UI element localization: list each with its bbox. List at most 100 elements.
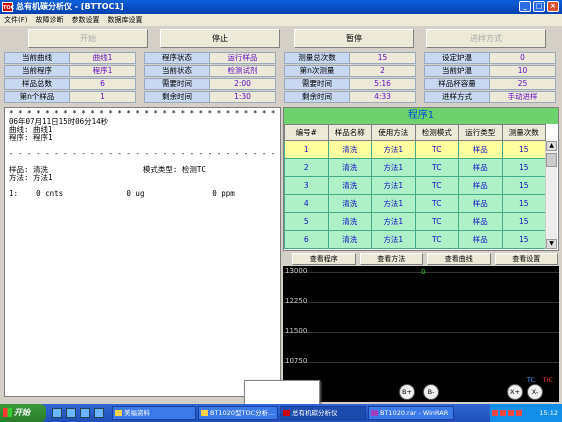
taskbar-item[interactable]: BT1020.rar - WinRAR [368,406,454,420]
table-cell[interactable]: 清洗 [327,176,372,195]
table-row[interactable]: 4 清洗 方法1 TC 样品 15 [284,194,546,213]
table-cell[interactable]: 清洗 [327,158,372,177]
start-button[interactable]: 开始 [28,29,148,48]
stop-button[interactable]: 停止 [160,29,280,48]
table-cell[interactable]: TC [414,176,459,195]
table-cell[interactable]: 15 [501,140,546,159]
table-cell[interactable]: 样品 [458,140,503,159]
tray-icons [492,410,522,416]
log-program: 程序: 程序1 [9,133,53,142]
table-cell[interactable]: 方法1 [371,158,416,177]
view-settings-button[interactable]: 查看设置 [494,253,558,265]
view-method-button[interactable]: 查看方法 [359,253,423,265]
quicklaunch-icon[interactable] [52,408,62,418]
info-label: 当前炉温 [424,65,490,77]
table-cell[interactable]: TC [414,140,459,159]
table-cell[interactable]: 样品 [458,212,503,231]
scroll-up-icon[interactable]: ▲ [546,141,557,151]
table-cell[interactable]: 1 [284,140,329,159]
info-value: 运行样品 [210,52,276,64]
menu-file[interactable]: 文件(F) [4,14,28,26]
info-label: 进样方式 [424,91,490,103]
inject-mode-button[interactable]: 进样方式 [426,29,546,48]
program-table: 编号# 样品名称 使用方法 检测模式 运行类型 测量次数 1 清洗 方法1 TC 样品 1… [284,124,546,249]
quicklaunch-icon[interactable] [94,408,104,418]
table-scrollbar[interactable]: ▲ ▼ [545,141,557,249]
grid-line [283,302,559,303]
view-program-button[interactable]: 查看程序 [292,253,356,265]
table-cell[interactable]: 15 [501,212,546,231]
table-cell[interactable]: 4 [284,194,329,213]
close-button[interactable]: × [547,1,559,12]
table-cell[interactable]: 清洗 [327,194,372,213]
table-cell[interactable]: 清洗 [327,212,372,231]
table-row[interactable]: 2 清洗 方法1 TC 样品 15 [284,158,546,177]
table-cell[interactable]: 15 [501,176,546,195]
table-cell[interactable]: 方法1 [371,212,416,231]
table-cell[interactable]: 样品 [458,194,503,213]
table-cell[interactable]: TC [414,212,459,231]
menu-database[interactable]: 数据库设置 [108,14,143,26]
view-curve-button[interactable]: 查看曲线 [427,253,491,265]
tray-icon[interactable] [500,410,506,416]
x-plus-button[interactable]: X+ [507,384,523,400]
info-value: 10 [490,65,556,77]
table-cell[interactable]: 6 [284,230,329,249]
menu-diagnostics[interactable]: 故障诊断 [36,14,64,26]
table-cell[interactable]: 15 [501,158,546,177]
table-cell[interactable]: 样品 [458,230,503,249]
taskbar-item[interactable]: BT1020型TOC分析... [198,406,278,420]
info-value: 2:00 [210,78,276,90]
maximize-button[interactable]: □ [533,1,545,12]
info-label: 测量总次数 [284,52,350,64]
quicklaunch-icon[interactable] [66,408,76,418]
taskbar-item-label: 总有机碳分析仪 [292,409,338,417]
col-header: 运行类型 [458,124,503,141]
info-label: 当前状态 [144,65,210,77]
table-cell[interactable]: 方法1 [371,194,416,213]
table-row[interactable]: 6 清洗 方法1 TC 样品 15 [284,230,546,249]
table-cell[interactable]: 清洗 [327,140,372,159]
table-cell[interactable]: 5 [284,212,329,231]
x-minus-button[interactable]: X- [527,384,543,400]
quicklaunch-icon[interactable] [80,408,90,418]
minimize-button[interactable]: _ [519,1,531,12]
info-value: 6 [70,78,136,90]
table-cell[interactable]: 样品 [458,158,503,177]
table-cell[interactable]: 清洗 [327,230,372,249]
table-cell[interactable]: 方法1 [371,176,416,195]
menu-parameters[interactable]: 参数设置 [72,14,100,26]
y-tick-label: 13000 [285,267,308,275]
info-label: 当前曲线 [4,52,70,64]
scroll-thumb[interactable] [546,153,557,167]
winrar-icon [371,410,378,416]
tray-icon[interactable] [492,410,498,416]
title-bar: TOC 总有机碳分析仪 - [BTTOC1] _ □ × [0,0,562,14]
table-cell[interactable]: 3 [284,176,329,195]
tray-icon[interactable] [508,410,514,416]
table-cell[interactable]: 15 [501,194,546,213]
scroll-down-icon[interactable]: ▼ [546,239,557,249]
tray-icon[interactable] [516,410,522,416]
table-cell[interactable]: 方法1 [371,140,416,159]
info-value: 检测试剂 [210,65,276,77]
table-cell[interactable]: 2 [284,158,329,177]
taskbar-item[interactable]: 美福资料 [112,406,196,420]
table-cell[interactable]: 方法1 [371,230,416,249]
table-cell[interactable]: TC [414,158,459,177]
b-plus-button[interactable]: B+ [399,384,415,400]
table-row[interactable]: 1 清洗 方法1 TC 样品 15 [284,140,546,159]
table-cell[interactable]: 15 [501,230,546,249]
pause-button[interactable]: 暂停 [294,29,414,48]
table-cell[interactable]: 样品 [458,176,503,195]
taskbar-item-active[interactable]: 总有机碳分析仪 [280,406,366,420]
clock: 15:12 [539,409,558,417]
table-cell[interactable]: TC [414,194,459,213]
table-row[interactable]: 5 清洗 方法1 TC 样品 15 [284,212,546,231]
table-row[interactable]: 3 清洗 方法1 TC 样品 15 [284,176,546,195]
table-cell[interactable]: TC [414,230,459,249]
b-minus-button[interactable]: B- [423,384,439,400]
info-label: 第n个样品 [4,91,70,103]
start-button[interactable]: 开始 [0,404,46,422]
result-log[interactable]: * * * * * * * * * * * * * * * * * * * * … [4,107,281,397]
